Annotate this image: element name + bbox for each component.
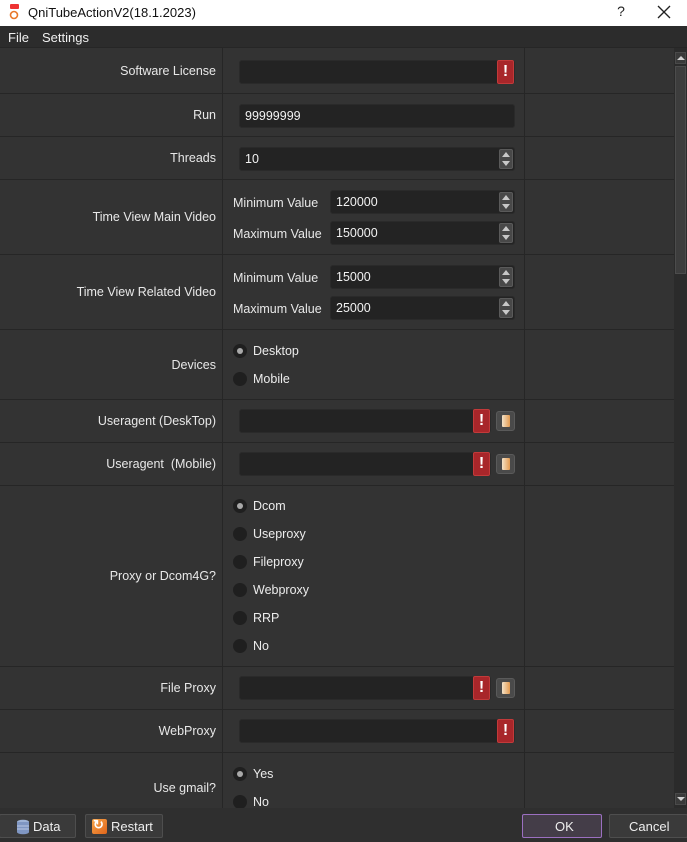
file-proxy-input[interactable] bbox=[239, 676, 491, 700]
main-max-label: Maximum Value bbox=[233, 227, 322, 241]
row-useragent-desktop: Useragent (DeskTop) ! bbox=[0, 400, 674, 443]
file-proxy-label: File Proxy bbox=[160, 681, 216, 695]
vertical-scrollbar[interactable] bbox=[674, 48, 687, 808]
proxy-label: Proxy or Dcom4G? bbox=[109, 569, 216, 583]
warning-icon: ! bbox=[497, 719, 514, 743]
warning-icon: ! bbox=[473, 676, 490, 700]
scroll-down-arrow-icon[interactable] bbox=[675, 793, 686, 805]
threads-label: Threads bbox=[170, 151, 216, 165]
title-bar: QniTubeActionV2(18.1.2023) ? bbox=[0, 0, 687, 26]
row-devices: Devices Desktop Mobile bbox=[0, 330, 674, 400]
main-min-spinbox[interactable]: 120000 bbox=[330, 190, 515, 214]
related-max-spinbox[interactable]: 25000 bbox=[330, 296, 515, 320]
menu-bar: File Settings bbox=[0, 26, 687, 48]
devices-label: Devices bbox=[171, 357, 216, 372]
row-use-gmail: Use gmail? Yes No bbox=[0, 753, 674, 808]
use-gmail-label: Use gmail? bbox=[153, 781, 216, 795]
data-button[interactable]: Data bbox=[0, 814, 76, 838]
database-icon bbox=[17, 819, 29, 835]
threads-spinbox[interactable]: 10 bbox=[239, 147, 515, 171]
time-view-related-label: Time View Related Video bbox=[76, 285, 216, 299]
scroll-thumb[interactable] bbox=[675, 66, 686, 274]
help-button[interactable]: ? bbox=[613, 3, 629, 19]
web-proxy-input[interactable] bbox=[239, 719, 515, 743]
useragent-desktop-input[interactable] bbox=[239, 409, 491, 433]
warning-icon: ! bbox=[497, 60, 514, 84]
row-file-proxy: File Proxy ! bbox=[0, 667, 674, 710]
main-max-spin-arrows[interactable] bbox=[499, 223, 513, 243]
run-label: Run bbox=[193, 108, 216, 122]
row-run: Run 99999999 bbox=[0, 94, 674, 137]
close-icon[interactable] bbox=[656, 3, 672, 21]
related-min-spin-arrows[interactable] bbox=[499, 267, 513, 287]
menu-settings[interactable]: Settings bbox=[42, 30, 89, 45]
row-time-view-related: Time View Related Video Minimum Value 15… bbox=[0, 255, 674, 330]
settings-form: Software License ! Run 99999999 Threads … bbox=[0, 48, 674, 808]
software-license-label: Software License bbox=[120, 63, 216, 78]
useragent-mobile-label: Useragent (Mobile) bbox=[106, 457, 216, 471]
row-proxy: Proxy or Dcom4G? Dcom Useproxy Fileproxy… bbox=[0, 486, 674, 667]
ok-button[interactable]: OK bbox=[522, 814, 602, 838]
menu-file[interactable]: File bbox=[8, 30, 29, 45]
row-threads: Threads 10 bbox=[0, 137, 674, 180]
main-min-spin-arrows[interactable] bbox=[499, 192, 513, 212]
window-title: QniTubeActionV2(18.1.2023) bbox=[28, 5, 196, 20]
time-view-main-label: Time View Main Video bbox=[92, 210, 216, 224]
app-icon bbox=[9, 4, 19, 20]
useragent-desktop-label: Useragent (DeskTop) bbox=[97, 414, 216, 428]
warning-icon: ! bbox=[473, 409, 490, 433]
threads-spin-arrows[interactable] bbox=[499, 149, 513, 169]
browse-file-button[interactable] bbox=[496, 411, 515, 431]
row-useragent-mobile: Useragent (Mobile) ! bbox=[0, 443, 674, 486]
software-license-input[interactable] bbox=[239, 60, 515, 84]
browse-file-button[interactable] bbox=[496, 454, 515, 474]
row-software-license: Software License ! bbox=[0, 48, 674, 94]
related-min-spinbox[interactable]: 15000 bbox=[330, 265, 515, 289]
button-bar: Data Restart OK Cancel bbox=[0, 808, 687, 842]
useragent-mobile-input[interactable] bbox=[239, 452, 491, 476]
scroll-up-arrow-icon[interactable] bbox=[675, 52, 686, 64]
browse-file-button[interactable] bbox=[496, 678, 515, 698]
related-min-label: Minimum Value bbox=[233, 271, 319, 285]
web-proxy-label: WebProxy bbox=[158, 724, 216, 738]
restart-button[interactable]: Restart bbox=[85, 814, 163, 838]
related-max-spin-arrows[interactable] bbox=[499, 298, 513, 318]
run-input[interactable]: 99999999 bbox=[239, 104, 515, 128]
main-min-label: Minimum Value bbox=[233, 196, 319, 210]
related-max-label: Maximum Value bbox=[233, 302, 322, 316]
restart-icon bbox=[92, 817, 107, 834]
row-web-proxy: WebProxy ! bbox=[0, 710, 674, 753]
cancel-button[interactable]: Cancel bbox=[609, 814, 687, 838]
main-max-spinbox[interactable]: 150000 bbox=[330, 221, 515, 245]
warning-icon: ! bbox=[473, 452, 490, 476]
row-time-view-main: Time View Main Video Minimum Value 12000… bbox=[0, 180, 674, 255]
